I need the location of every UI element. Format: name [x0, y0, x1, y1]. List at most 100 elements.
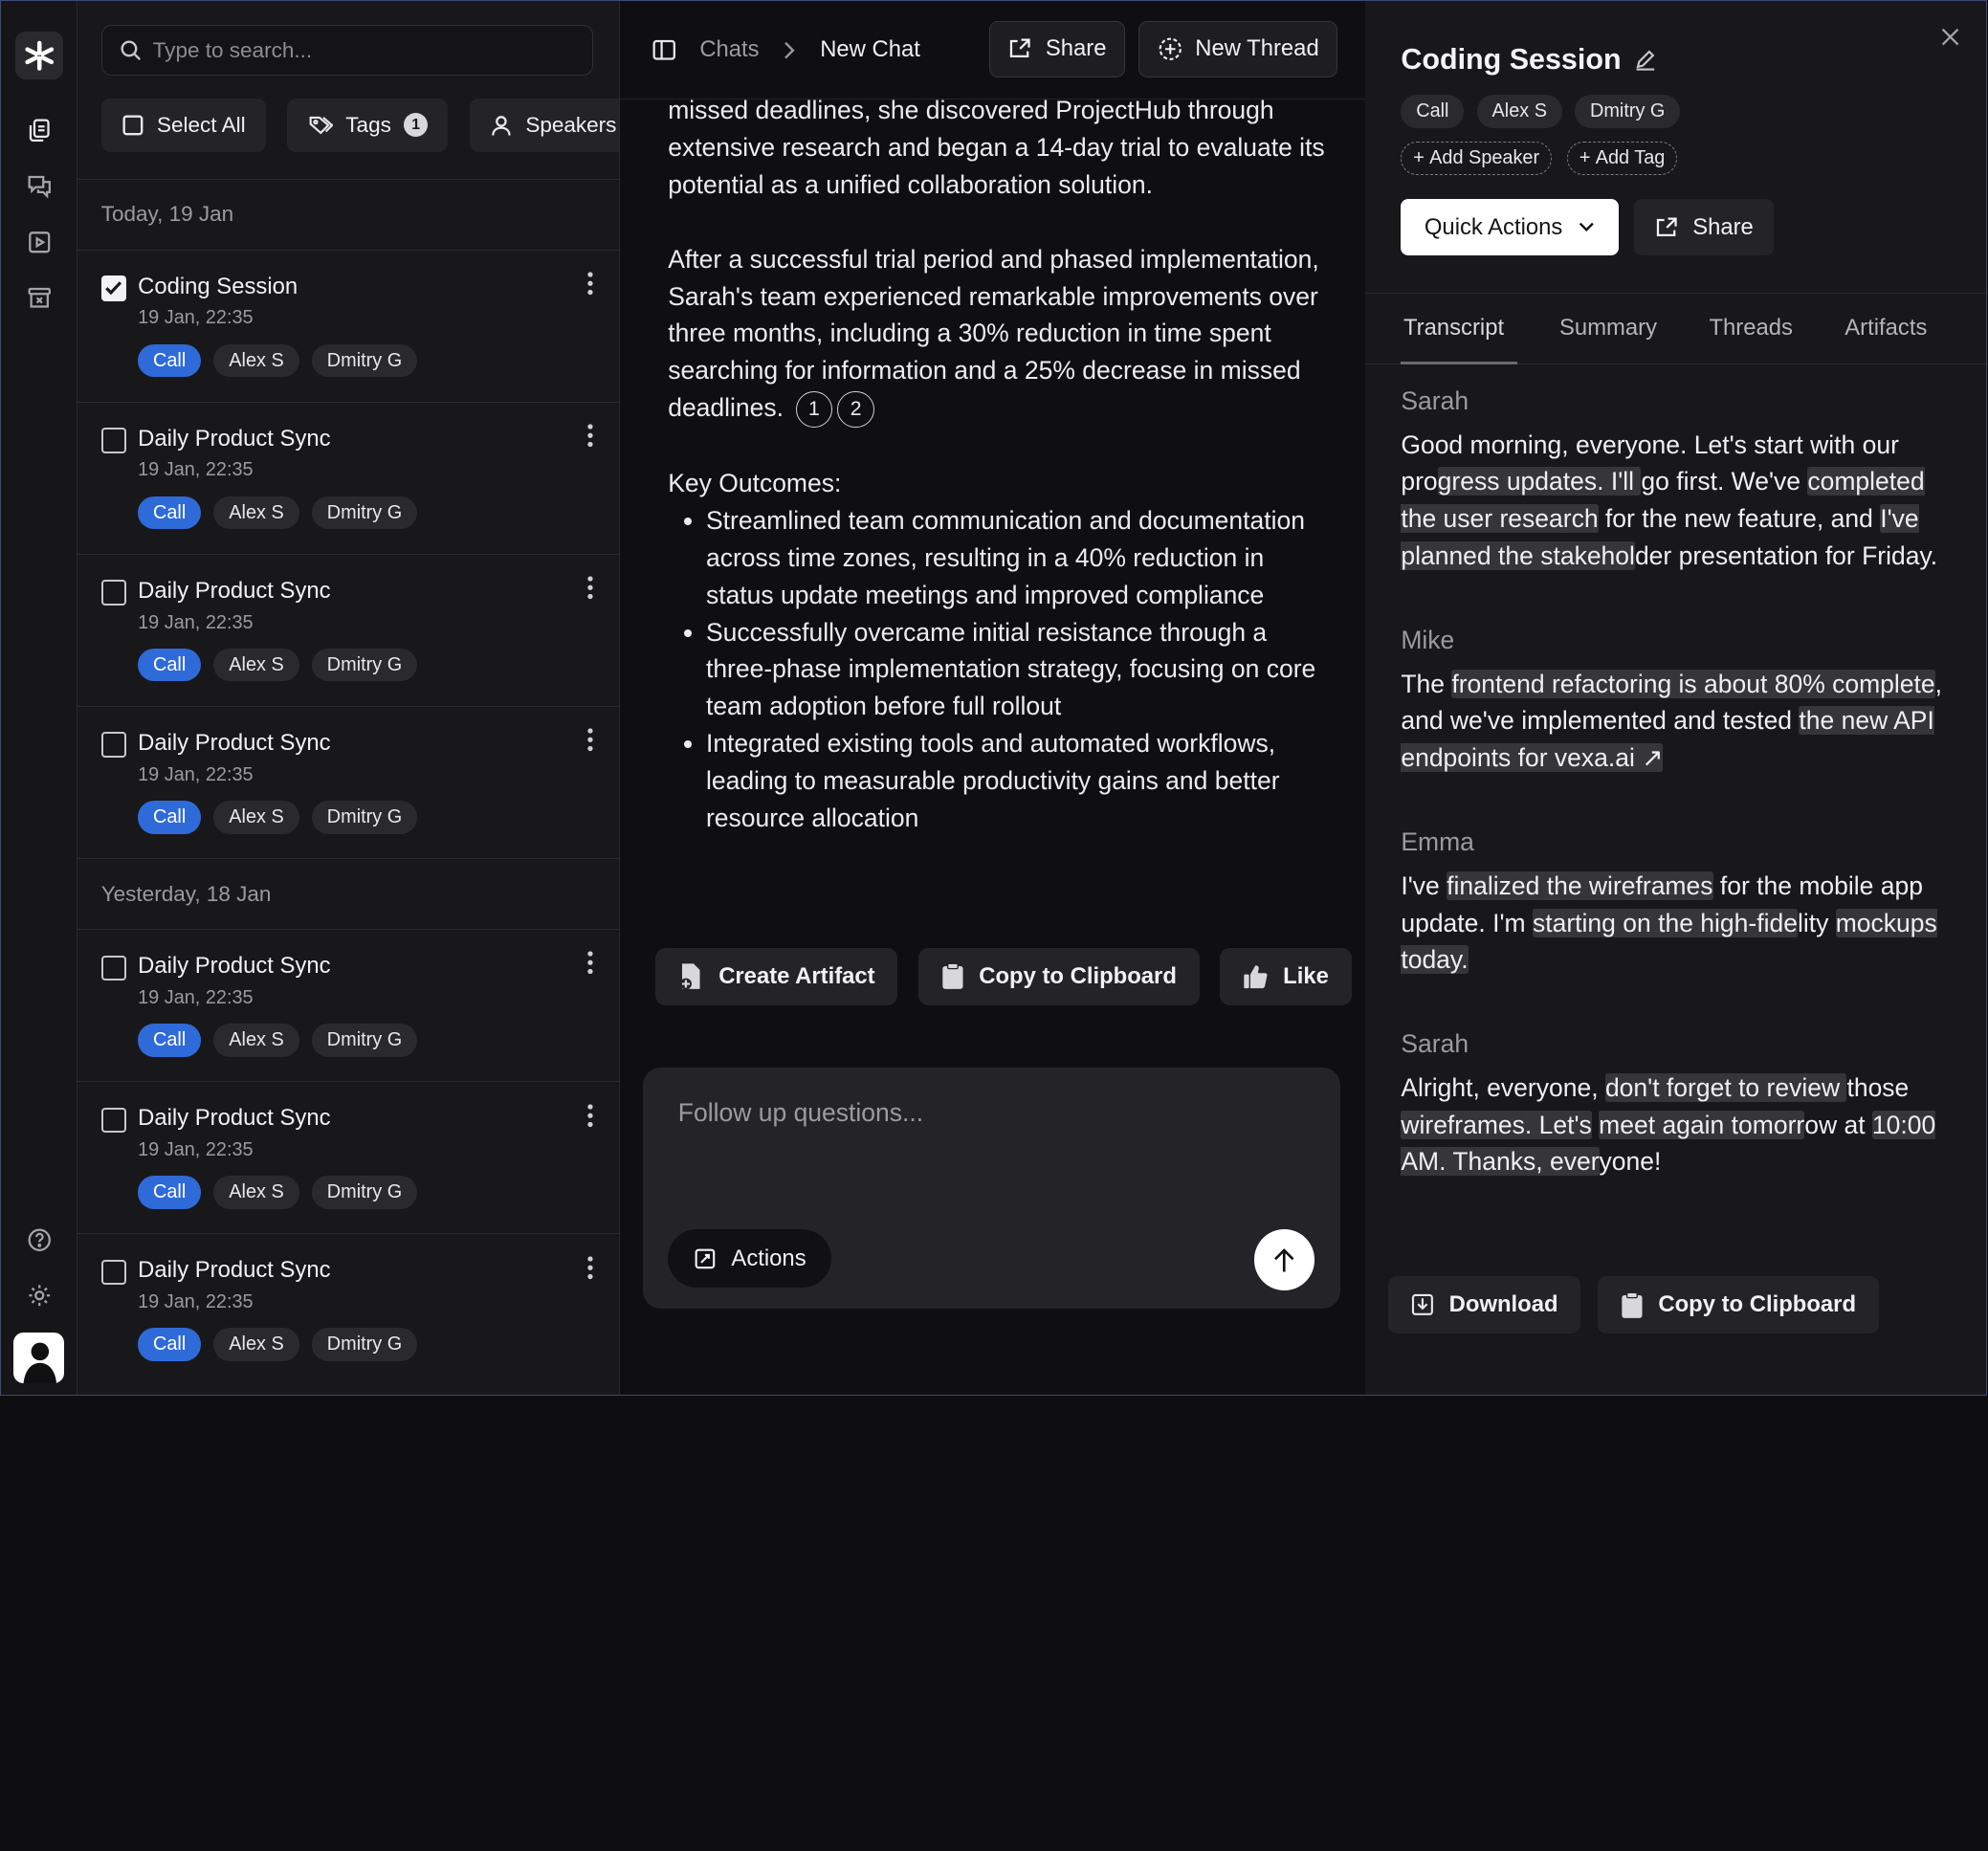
close-icon[interactable] [1940, 27, 1960, 47]
tag-chip[interactable]: Alex S [213, 801, 299, 834]
logo-icon[interactable] [14, 31, 63, 80]
quick-actions-dropdown[interactable]: Quick Actions [1401, 198, 1620, 256]
search-box[interactable] [100, 25, 593, 77]
tag-chip[interactable]: Call [1401, 95, 1465, 128]
more-vertical-icon[interactable] [586, 575, 594, 601]
breadcrumb-current: New Chat [820, 36, 920, 63]
more-vertical-icon[interactable] [586, 271, 594, 297]
search-input[interactable] [152, 37, 592, 63]
item-checkbox[interactable] [100, 428, 127, 453]
item-checkbox[interactable] [100, 1107, 127, 1134]
panel-copy-label: Copy to Clipboard [1658, 1291, 1857, 1318]
settings-icon[interactable] [15, 1271, 63, 1319]
item-title: Daily Product Sync [138, 953, 331, 980]
pencil-icon[interactable] [1634, 48, 1657, 71]
user-icon [490, 114, 513, 137]
tag-chip[interactable]: Alex S [213, 648, 299, 682]
speakers-button[interactable]: Speakers [470, 99, 619, 152]
more-vertical-icon[interactable] [586, 950, 594, 976]
follow-up-input[interactable] [677, 1097, 1300, 1175]
more-vertical-icon[interactable] [586, 1255, 594, 1281]
list-item[interactable]: Coding Session 19 Jan, 22:35 Call Alex S Dmi… [77, 249, 619, 402]
create-artifact-button[interactable]: Create Artifact [654, 948, 898, 1005]
list-item[interactable]: Daily Product Sync 19 Jan, 22:35 Call Alex … [77, 1081, 619, 1233]
utterance: Good morning, everyone. Let's start with… [1401, 427, 1958, 575]
tag-chip[interactable]: Alex S [213, 1176, 299, 1209]
highlighted-text[interactable]: starting on the high-fide [1532, 908, 1798, 937]
tab-summary[interactable]: Summary [1559, 315, 1657, 342]
list-item[interactable]: Daily Product Sync 19 Jan, 22:35 Call Alex … [77, 401, 619, 554]
tag-chip[interactable]: Call [138, 801, 202, 834]
like-label: Like [1283, 962, 1329, 989]
tab-artifacts[interactable]: Artifacts [1844, 315, 1927, 342]
panel-copy-clipboard-button[interactable]: Copy to Clipboard [1597, 1276, 1879, 1334]
tag-chip[interactable]: Alex S [1476, 95, 1562, 128]
add-speaker-button[interactable]: + Add Speaker [1401, 142, 1553, 175]
like-button[interactable]: Like [1219, 948, 1352, 1005]
tag-chip[interactable]: Dmitry G [1575, 95, 1681, 128]
tag-chip[interactable]: Alex S [213, 343, 299, 378]
new-thread-button[interactable]: New Thread [1138, 21, 1338, 77]
item-checkbox[interactable] [100, 732, 127, 758]
citation-button[interactable]: 2 [837, 390, 874, 429]
avatar[interactable] [13, 1332, 65, 1383]
item-checkbox[interactable] [100, 1259, 127, 1286]
highlighted-text[interactable]: meet again tomorr [1599, 1110, 1805, 1139]
utterance-text: yone! [1599, 1147, 1662, 1177]
item-checkbox[interactable] [100, 580, 127, 606]
documents-icon[interactable] [15, 106, 63, 154]
tag-chip[interactable]: Call [138, 1024, 202, 1057]
tag-chip[interactable]: Call [138, 496, 202, 530]
help-icon[interactable] [15, 1216, 63, 1264]
breadcrumb-chats[interactable]: Chats [699, 36, 759, 63]
tag-chip[interactable]: Dmitry G [311, 1176, 418, 1209]
copy-clipboard-button[interactable]: Copy to Clipboard [917, 948, 1200, 1005]
panel-share-button[interactable]: Share [1634, 198, 1775, 256]
tag-chip[interactable]: Alex S [213, 1328, 299, 1361]
item-checkbox[interactable] [100, 275, 127, 301]
tag-chip[interactable]: Dmitry G [311, 801, 418, 834]
tag-chip[interactable]: Dmitry G [311, 648, 418, 682]
tag-chip[interactable]: Alex S [213, 496, 299, 530]
speakers-label: Speakers [525, 112, 617, 137]
send-button[interactable] [1253, 1229, 1315, 1290]
utterance: I've finalized the wireframes for the mo… [1401, 868, 1958, 980]
tags-button[interactable]: Tags 1 [287, 99, 449, 152]
tag-chip[interactable]: Dmitry G [311, 1328, 418, 1361]
highlighted-text[interactable]: gress updates. I'll [1437, 467, 1642, 496]
more-vertical-icon[interactable] [586, 1103, 594, 1129]
select-all-button[interactable]: Select All [100, 99, 266, 152]
list-item[interactable]: Daily Product Sync 19 Jan, 22:35 Call Alex … [77, 1233, 619, 1385]
share-button[interactable]: Share [988, 21, 1126, 77]
tag-chip[interactable]: Alex S [213, 1024, 299, 1057]
tag-chip[interactable]: Dmitry G [311, 343, 418, 378]
add-tag-button[interactable]: + Add Tag [1566, 142, 1678, 175]
list-item[interactable]: Daily Product Sync 19 Jan, 22:35 Call Alex … [77, 553, 619, 706]
tag-chip[interactable]: Call [138, 648, 202, 682]
more-vertical-icon[interactable] [586, 727, 594, 753]
video-icon[interactable] [15, 218, 63, 266]
tab-threads[interactable]: Threads [1709, 315, 1792, 342]
tag-chip[interactable]: Call [138, 343, 202, 378]
tab-transcript[interactable]: Transcript [1403, 315, 1504, 342]
chats-icon[interactable] [15, 162, 63, 209]
highlighted-text[interactable]: finalized the wireframes [1447, 870, 1713, 900]
archive-icon[interactable] [15, 274, 63, 321]
highlighted-text[interactable]: don't forget to review [1604, 1072, 1847, 1102]
citation-button[interactable]: 1 [795, 390, 833, 429]
highlighted-text[interactable]: frontend refactoring is about 80% comple… [1451, 669, 1935, 698]
outcomes-list: Streamlined team communication and docum… [668, 502, 1327, 837]
tag-chip[interactable]: Call [138, 1176, 202, 1209]
tag-chip[interactable]: Dmitry G [311, 496, 418, 530]
more-vertical-icon[interactable] [586, 423, 594, 449]
tag-chip[interactable]: Dmitry G [311, 1024, 418, 1057]
download-button[interactable]: Download [1388, 1276, 1581, 1334]
tag-chip[interactable]: Call [138, 1328, 202, 1361]
list-item[interactable]: Daily Product Sync 19 Jan, 22:35 Call Alex … [77, 929, 619, 1081]
actions-button[interactable]: Actions [668, 1229, 832, 1289]
list-item: Successfully overcame initial resistance… [706, 614, 1328, 726]
item-checkbox[interactable] [100, 955, 127, 981]
highlighted-text[interactable]: wireframes. Let's [1401, 1110, 1592, 1139]
sidebar-toggle-icon[interactable] [652, 37, 677, 63]
list-item[interactable]: Daily Product Sync 19 Jan, 22:35 Call Alex … [77, 705, 619, 858]
